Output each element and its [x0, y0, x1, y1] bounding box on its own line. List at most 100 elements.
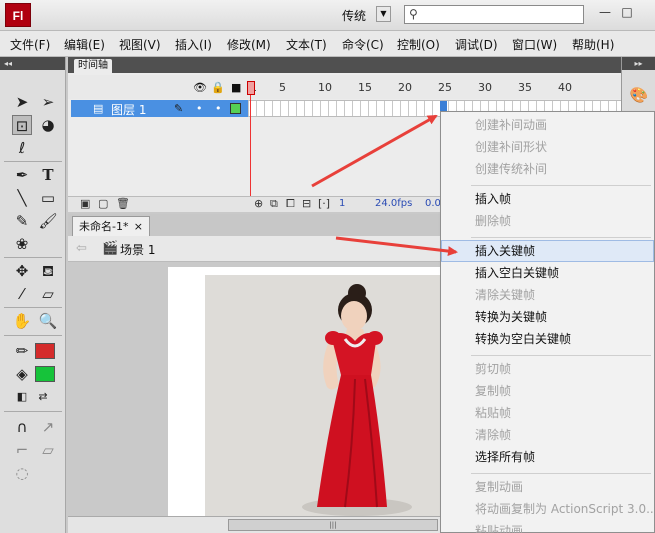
menu-item-insert-blank-keyframe[interactable]: 插入空白关键帧	[441, 262, 654, 284]
title-bar: Fl 传统 ▼ ⚲ — □	[0, 0, 655, 31]
elapsed-time: 0.0	[425, 198, 441, 209]
menu-item-select-all-frames[interactable]: 选择所有帧	[441, 446, 654, 468]
menu-item-insert-frame[interactable]: 插入帧	[441, 188, 654, 210]
color-palette-icon[interactable]: 🎨	[629, 85, 649, 105]
close-icon[interactable]: ×	[134, 217, 143, 236]
menu-edit[interactable]: 编辑(E)	[64, 36, 105, 53]
stroke-color-icon: ✏	[15, 342, 29, 360]
skew-icon[interactable]: ▱	[38, 440, 58, 460]
menu-view[interactable]: 视图(V)	[119, 36, 161, 53]
minimize-button[interactable]: —	[596, 4, 614, 20]
menu-item-delete-frame[interactable]: 删除帧	[441, 210, 654, 232]
menu-control[interactable]: 控制(O)	[397, 36, 440, 53]
eyedropper-tool-icon[interactable]: ⁄	[12, 284, 32, 304]
scrollbar-thumb[interactable]: |||	[228, 519, 438, 531]
bone-tool-icon[interactable]: ✥	[12, 261, 32, 281]
straighten-icon[interactable]: ⌐	[12, 440, 32, 460]
black-white-icon[interactable]: ◧	[12, 387, 32, 407]
edit-multiple-icon[interactable]: ⊟	[302, 197, 311, 210]
pen-tool-icon[interactable]: ✒	[12, 165, 32, 185]
menu-item-create-classic-tween[interactable]: 创建传统补间	[441, 158, 654, 180]
stroke-color-swatch[interactable]	[35, 343, 55, 359]
rectangle-tool-icon[interactable]: ▭	[38, 188, 58, 208]
menu-item-copy-frames[interactable]: 复制帧	[441, 380, 654, 402]
brush-tool-icon[interactable]: 🖌	[38, 211, 58, 231]
hand-tool-icon[interactable]: ✋	[12, 311, 32, 331]
menu-item-cut-frames[interactable]: 剪切帧	[441, 358, 654, 380]
ruler-label: 20	[398, 81, 412, 94]
pencil-tool-icon[interactable]: ✎	[12, 211, 32, 231]
menu-item-paste-motion[interactable]: 粘贴动画	[441, 520, 654, 533]
paint-bucket-tool-icon[interactable]: ⛾	[38, 261, 58, 281]
onion-skin-icon[interactable]: ⧉	[270, 197, 278, 211]
smooth-icon[interactable]: ↗	[38, 417, 58, 437]
selection-tool-icon[interactable]: ➤	[12, 92, 32, 112]
swap-colors-icon[interactable]: ⇄	[33, 387, 53, 407]
layer-icon: ▤	[93, 102, 104, 115]
photo-image[interactable]	[205, 275, 448, 516]
pencil-icon: ✎	[174, 102, 184, 115]
lock-icon[interactable]: 🔒	[211, 81, 225, 94]
expand-icon[interactable]: ▸▸	[622, 57, 655, 70]
menu-modify[interactable]: 修改(M)	[227, 36, 271, 53]
show-hide-icon[interactable]: 👁	[193, 81, 207, 94]
menu-item-paste-frames[interactable]: 粘贴帧	[441, 402, 654, 424]
menu-item-create-shape-tween[interactable]: 创建补间形状	[441, 136, 654, 158]
lock-dot-icon[interactable]: •	[215, 102, 222, 115]
menu-insert[interactable]: 插入(I)	[175, 36, 212, 53]
menu-help[interactable]: 帮助(H)	[572, 36, 614, 53]
document-tab[interactable]: 未命名-1* ×	[72, 216, 150, 236]
menu-item-insert-keyframe[interactable]: 插入关键帧	[441, 240, 654, 262]
menu-window[interactable]: 窗口(W)	[512, 36, 557, 53]
menu-item-convert-to-keyframe[interactable]: 转换为关键帧	[441, 306, 654, 328]
stage[interactable]	[168, 267, 448, 516]
back-arrow-icon[interactable]: ⇦	[76, 241, 87, 256]
current-frame: 1	[339, 198, 346, 209]
horizontal-scrollbar[interactable]: |||	[68, 516, 440, 533]
3d-rotation-tool-icon[interactable]: ◕	[38, 115, 58, 135]
search-input[interactable]: ⚲	[404, 5, 584, 24]
menu-file[interactable]: 文件(F)	[10, 36, 50, 53]
menu-item-clear-frames[interactable]: 清除帧	[441, 424, 654, 446]
menu-item-create-motion-tween[interactable]: 创建补间动画	[441, 114, 654, 136]
object-drawing-icon[interactable]: ◌	[12, 463, 32, 483]
restore-button[interactable]: □	[618, 4, 636, 20]
text-tool-icon[interactable]: T	[38, 165, 58, 185]
menu-commands[interactable]: 命令(C)	[342, 36, 384, 53]
ruler-label: 25	[438, 81, 452, 94]
menu-item-clear-keyframe[interactable]: 清除关键帧	[441, 284, 654, 306]
subselection-tool-icon[interactable]: ➢	[38, 92, 58, 112]
lasso-tool-icon[interactable]: ℓ	[12, 138, 32, 158]
menu-item-copy-motion-as-as3[interactable]: 将动画复制为 ActionScript 3.0...	[441, 498, 655, 520]
chevron-down-icon[interactable]: ▼	[376, 6, 391, 22]
menu-item-copy-motion[interactable]: 复制动画	[441, 476, 654, 498]
free-transform-tool-icon[interactable]: ⊡	[12, 115, 32, 135]
menu-debug[interactable]: 调试(D)	[455, 36, 498, 53]
layer-row[interactable]: ▤ 图层 1 ✎ • •	[71, 100, 248, 117]
outline-icon[interactable]: ■	[231, 81, 241, 94]
workspace-switcher-label[interactable]: 传统	[342, 7, 366, 24]
menu-text[interactable]: 文本(T)	[286, 36, 327, 53]
eraser-tool-icon[interactable]: ▱	[38, 284, 58, 304]
onion-outline-icon[interactable]: ⧠	[286, 197, 295, 211]
clapper-icon: 🎬	[102, 241, 119, 256]
collapse-icon[interactable]: ◂◂	[0, 57, 65, 70]
visible-dot-icon[interactable]: •	[196, 102, 203, 115]
delete-icon[interactable]: 🗑	[116, 197, 130, 210]
center-frame-icon[interactable]: ⊕	[254, 197, 263, 210]
new-folder-icon[interactable]: ▢	[98, 197, 108, 210]
modify-markers-icon[interactable]: [·]	[318, 197, 330, 210]
playhead[interactable]	[247, 81, 255, 95]
tab-timeline[interactable]: 时间轴	[74, 59, 112, 73]
menu-item-convert-to-blank-keyframe[interactable]: 转换为空白关键帧	[441, 328, 654, 350]
fill-color-swatch[interactable]	[35, 366, 55, 382]
new-layer-icon[interactable]: ▣	[80, 197, 90, 210]
zoom-tool-icon[interactable]: 🔍	[38, 311, 58, 331]
fill-color-icon: ◈	[16, 365, 28, 383]
layer-outline-color[interactable]	[230, 103, 241, 114]
deco-tool-icon[interactable]: ❀	[12, 234, 32, 254]
scene-label[interactable]: 场景 1	[120, 241, 155, 258]
line-tool-icon[interactable]: ╲	[12, 188, 32, 208]
menu-bar: 文件(F) 编辑(E) 视图(V) 插入(I) 修改(M) 文本(T) 命令(C…	[0, 31, 655, 57]
snap-to-objects-icon[interactable]: ∩	[12, 417, 32, 437]
